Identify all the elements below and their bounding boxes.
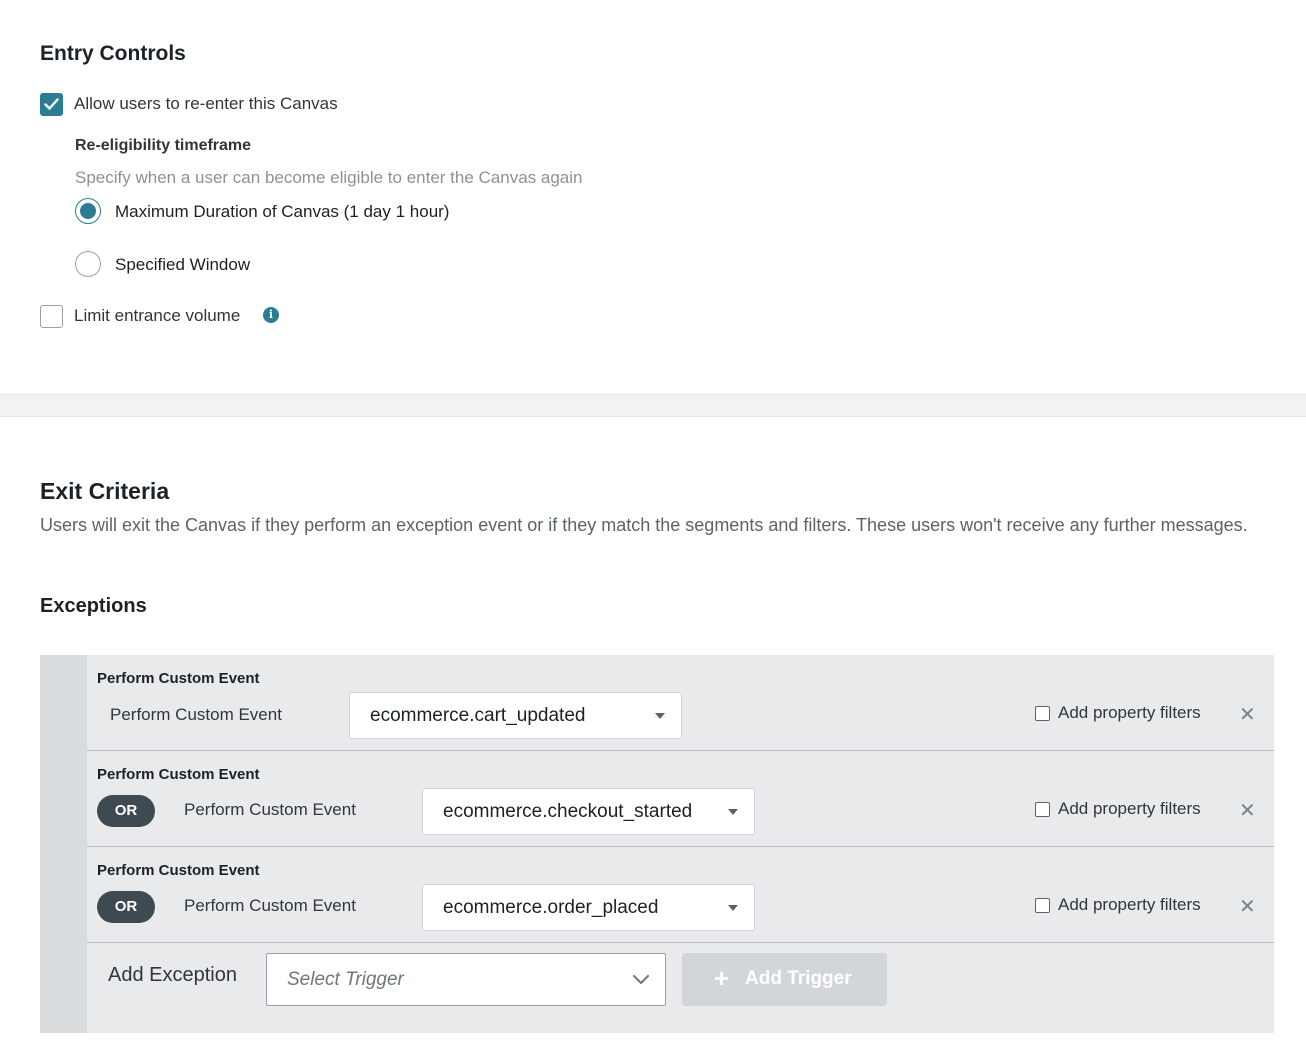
property-filters-label[interactable]: Add property filters	[1058, 895, 1201, 915]
reenter-checkbox[interactable]	[40, 93, 63, 116]
add-trigger-button[interactable]: + Add Trigger	[682, 953, 887, 1006]
or-badge: OR	[97, 891, 155, 923]
exit-criteria-title: Exit Criteria	[40, 478, 170, 504]
exceptions-title: Exceptions	[40, 595, 147, 617]
remove-exception-icon[interactable]: ✕	[1239, 897, 1256, 917]
exception-row: Perform Custom Event Perform Custom Even…	[87, 655, 1274, 751]
property-filters-checkbox[interactable]	[1035, 802, 1050, 817]
limit-entrance-label[interactable]: Limit entrance volume	[74, 306, 240, 326]
caret-down-icon	[728, 809, 738, 815]
event-select-value: ecommerce.checkout_started	[443, 801, 693, 822]
event-select-value: ecommerce.order_placed	[443, 897, 659, 918]
event-select-value: ecommerce.cart_updated	[370, 705, 586, 726]
event-select[interactable]: ecommerce.checkout_started	[422, 788, 755, 835]
exception-row-title: Perform Custom Event	[97, 766, 260, 783]
radio-specified-window[interactable]	[75, 251, 101, 277]
radio-specified-window-label[interactable]: Specified Window	[115, 255, 250, 275]
remove-exception-icon[interactable]: ✕	[1239, 705, 1256, 725]
event-select[interactable]: ecommerce.order_placed	[422, 884, 755, 931]
radio-maximum-duration-label[interactable]: Maximum Duration of Canvas (1 day 1 hour…	[115, 202, 449, 222]
property-filters-checkbox[interactable]	[1035, 898, 1050, 913]
exception-row-title: Perform Custom Event	[97, 862, 260, 879]
section-divider	[0, 394, 1306, 417]
exception-row-label: Perform Custom Event	[184, 800, 356, 819]
add-trigger-label: Add Trigger	[745, 968, 852, 989]
info-icon[interactable]: i	[263, 307, 279, 323]
radio-maximum-duration[interactable]	[75, 198, 101, 224]
event-select[interactable]: ecommerce.cart_updated	[349, 692, 682, 739]
exception-row: Perform Custom Event OR Perform Custom E…	[87, 751, 1274, 847]
property-filters-label[interactable]: Add property filters	[1058, 799, 1201, 819]
exception-row-title: Perform Custom Event	[97, 670, 260, 687]
trigger-select[interactable]: Select Trigger	[266, 953, 666, 1006]
reeligibility-title: Re-eligibility timeframe	[75, 137, 252, 154]
exception-row-label: Perform Custom Event	[110, 705, 282, 724]
exit-criteria-description: Users will exit the Canvas if they perfo…	[40, 515, 1248, 535]
exception-row: Perform Custom Event OR Perform Custom E…	[87, 847, 1274, 943]
caret-down-icon	[728, 905, 738, 911]
caret-down-icon	[655, 713, 665, 719]
checkmark-icon	[44, 98, 59, 110]
remove-exception-icon[interactable]: ✕	[1239, 801, 1256, 821]
reenter-label[interactable]: Allow users to re-enter this Canvas	[74, 94, 338, 114]
entry-controls-section: Entry Controls Allow users to re-enter t…	[0, 0, 1306, 394]
exceptions-rail	[40, 655, 87, 1033]
trigger-select-placeholder: Select Trigger	[287, 969, 404, 990]
plus-icon: +	[714, 963, 730, 993]
reeligibility-description: Specify when a user can become eligible …	[75, 168, 583, 187]
entry-controls-title: Entry Controls	[40, 42, 186, 65]
exception-row-label: Perform Custom Event	[184, 896, 356, 915]
limit-entrance-checkbox[interactable]	[40, 305, 63, 328]
property-filters-checkbox[interactable]	[1035, 706, 1050, 721]
or-badge: OR	[97, 795, 155, 827]
chevron-down-icon	[633, 975, 649, 984]
property-filters-label[interactable]: Add property filters	[1058, 703, 1201, 723]
add-exception-label: Add Exception	[108, 964, 237, 986]
